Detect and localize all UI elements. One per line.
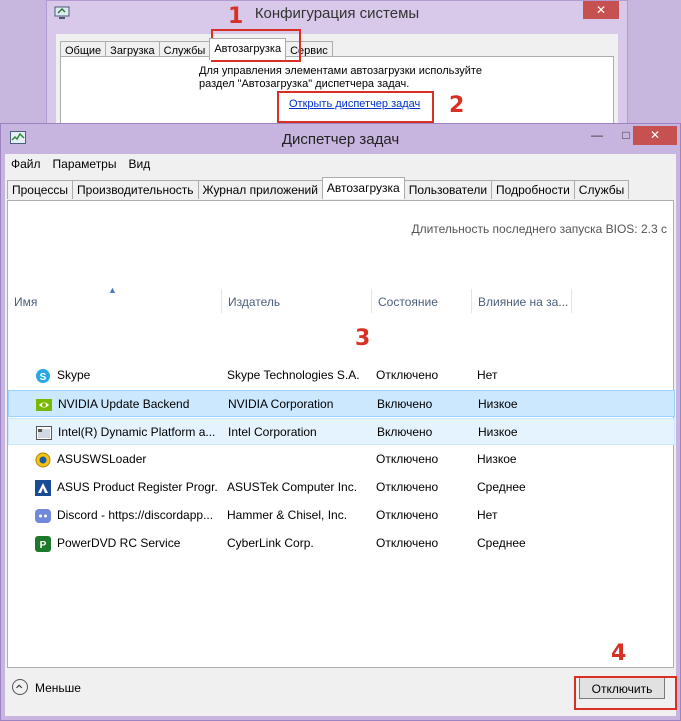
taskmgr-title: Диспетчер задач <box>281 131 400 148</box>
row-name: Intel(R) Dynamic Platform a... <box>58 425 216 439</box>
row-status: Отключено <box>376 508 439 522</box>
table-row[interactable]: ASUSWSLoader Отключено Низкое <box>8 446 675 473</box>
taskmgr-tab-0[interactable]: Процессы <box>7 180 74 199</box>
row-name: PowerDVD RC Service <box>57 536 181 550</box>
callout-box-disable <box>574 676 677 710</box>
taskmgr-client: Файл Параметры Вид Процессы Производительно… <box>5 154 676 716</box>
table-row[interactable]: Discord - https://discordapp... Hammer & … <box>8 502 675 529</box>
powerdvd-icon: P <box>35 536 51 552</box>
row-publisher <box>227 446 372 473</box>
row-impact: Низкое <box>478 397 518 411</box>
column-header-1[interactable]: Издатель <box>222 289 372 313</box>
close-button[interactable]: ✕ <box>633 126 677 145</box>
table-row[interactable]: ASUS Product Register Progr... ASUSTek Co… <box>8 474 675 501</box>
skype-icon: S <box>36 369 50 383</box>
table-row[interactable]: P PowerDVD RC Service CyberLink Corp. Отклю… <box>8 530 675 557</box>
column-header-0[interactable]: Имя <box>8 289 222 313</box>
row-status: Отключено <box>376 368 439 382</box>
msconfig-title: Конфигурация системы <box>254 5 420 22</box>
asus-loader-icon <box>35 452 51 468</box>
table-row[interactable]: Intel(R) Dynamic Platform a... Intel Corp… <box>8 418 675 445</box>
asus-icon <box>35 480 51 496</box>
row-publisher: ASUSTek Computer Inc. <box>227 480 358 494</box>
discord-icon <box>35 509 51 523</box>
bios-time-label: Длительность последнего запуска BIOS: 2.… <box>411 222 667 236</box>
row-name: ASUS Product Register Progr... <box>57 480 217 494</box>
startup-description: Для управления элементами автозагрузки и… <box>199 65 482 90</box>
row-status: Отключено <box>376 536 439 550</box>
row-name: ASUSWSLoader <box>57 452 147 466</box>
column-header-3[interactable]: Влияние на за... <box>472 289 572 313</box>
table-row[interactable]: NVIDIA Update Backend NVIDIA Corporation В… <box>8 390 675 417</box>
menu-bar: Файл Параметры Вид <box>5 154 676 174</box>
intel-app-icon <box>36 426 52 440</box>
menu-item-0[interactable]: Файл <box>5 154 47 174</box>
row-publisher: Skype Technologies S.A. <box>227 368 360 382</box>
svg-text:P: P <box>40 540 47 551</box>
startup-panel: Длительность последнего запуска BIOS: 2.… <box>7 200 675 668</box>
row-name: Discord - https://discordapp... <box>57 508 214 522</box>
fewer-details-link[interactable]: Меньше <box>35 681 81 695</box>
row-impact: Среднее <box>477 480 526 494</box>
taskmgr-titlebar[interactable]: Диспетчер задач — □ ✕ <box>1 124 680 154</box>
svg-text:S: S <box>40 372 47 383</box>
row-status: Включено <box>377 425 433 439</box>
callout-number-1: 1 <box>228 4 244 29</box>
row-status: Отключено <box>376 452 439 466</box>
menu-item-2[interactable]: Вид <box>122 154 156 174</box>
row-publisher: NVIDIA Corporation <box>228 397 334 411</box>
nvidia-icon <box>36 399 52 411</box>
taskmgr-tab-3[interactable]: Автозагрузка <box>321 177 405 199</box>
row-impact: Нет <box>477 368 498 382</box>
row-impact: Нет <box>477 508 498 522</box>
minimize-button[interactable]: — <box>584 126 610 145</box>
taskmgr-tab-6[interactable]: Службы <box>573 180 630 199</box>
msconfig-titlebar[interactable]: Конфигурация системы ✕ <box>47 1 627 31</box>
row-name: NVIDIA Update Backend <box>58 397 190 411</box>
chevron-up-icon[interactable] <box>12 679 28 695</box>
row-name: Skype <box>57 368 91 382</box>
row-publisher: Intel Corporation <box>228 425 317 439</box>
task-manager-window: Диспетчер задач — □ ✕ Файл Параметры Вид П… <box>0 123 681 721</box>
menu-item-1[interactable]: Параметры <box>47 154 123 174</box>
callout-number-3: 3 <box>355 326 371 351</box>
column-header-2[interactable]: Состояние <box>372 289 472 313</box>
row-status: Отключено <box>376 480 439 494</box>
row-impact: Низкое <box>477 452 517 466</box>
taskmgr-tab-2[interactable]: Журнал приложений <box>197 180 323 199</box>
taskmgr-tab-5[interactable]: Подробности <box>491 180 575 199</box>
row-status: Включено <box>377 397 433 411</box>
table-row[interactable]: S Skype Skype Technologies S.A. Отключено Не… <box>8 362 675 389</box>
taskmgr-tabs: Процессы Производительность Журнал приложе… <box>7 177 630 199</box>
row-publisher: Hammer & Chisel, Inc. <box>227 508 348 522</box>
callout-number-2: 2 <box>449 93 465 118</box>
row-publisher: CyberLink Corp. <box>227 536 314 550</box>
taskmgr-tab-1[interactable]: Производительность <box>72 180 199 199</box>
msconfig-tab-3[interactable]: Автозагрузка <box>209 38 287 60</box>
callout-number-4: 4 <box>611 641 627 666</box>
callout-box-open-link <box>277 91 434 123</box>
taskmgr-tab-4[interactable]: Пользователи <box>403 180 493 199</box>
column-header-row: Имя Издатель Состояние Влияние на за... <box>8 289 673 313</box>
row-impact: Низкое <box>478 425 518 439</box>
msconfig-close-button[interactable]: ✕ <box>583 1 619 19</box>
row-impact: Среднее <box>477 536 526 550</box>
